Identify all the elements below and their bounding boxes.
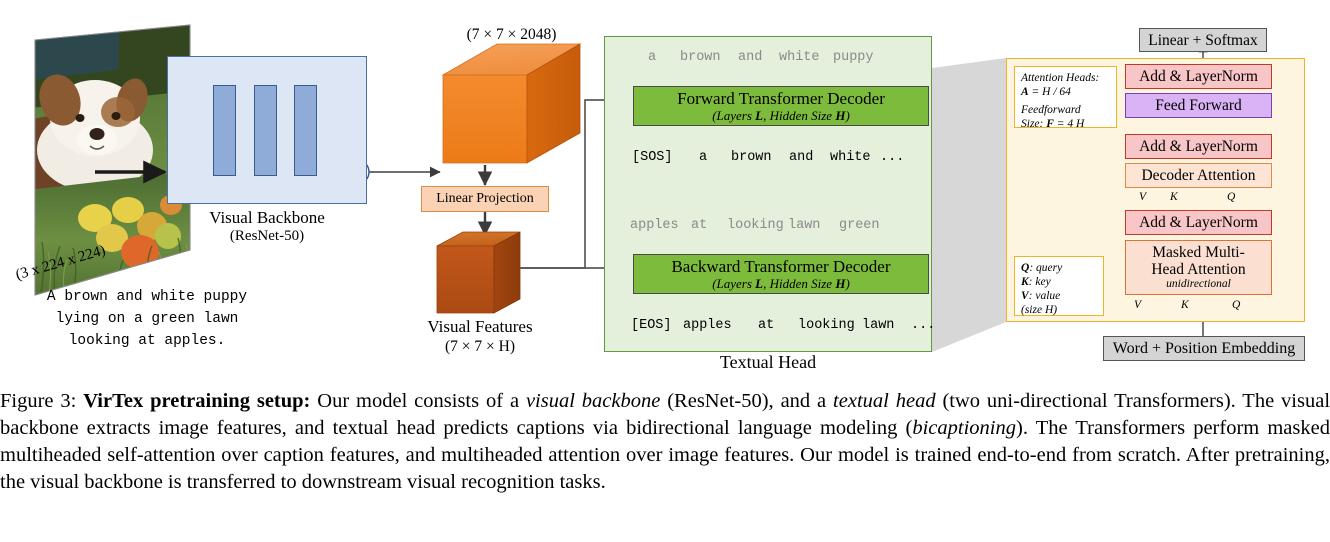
add-layernorm-top[interactable]: Add & LayerNorm [1125, 64, 1272, 89]
feed-forward-label: Feed Forward [1155, 97, 1242, 114]
forward-input-4: white [830, 150, 871, 165]
forward-output-0: a [648, 50, 657, 65]
masked-attn-k-label: K [1181, 299, 1189, 311]
linear-softmax-box[interactable]: Linear + Softmax [1139, 28, 1267, 52]
visual-features-cube [436, 231, 521, 314]
qkv-line-4: (size H) [1021, 304, 1058, 316]
figure-diagram: (3 x 224 x 224) A brown and white puppy … [0, 0, 1330, 380]
decoder-attention-label: Decoder Attention [1141, 167, 1256, 184]
add-layernorm-mid-label: Add & LayerNorm [1139, 138, 1258, 155]
visual-backbone-title: Visual Backbone [209, 208, 325, 227]
forward-decoder-title: Forward Transformer Decoder [677, 88, 885, 108]
note-heads-line-3: Feedforward [1021, 104, 1081, 116]
backward-transformer-decoder[interactable]: Backward Transformer Decoder (Layers L, … [633, 254, 929, 294]
feature-cube-2048 [441, 43, 582, 164]
caption-em-2: textual head [833, 390, 936, 412]
add-layernorm-bottom-label: Add & LayerNorm [1139, 214, 1258, 231]
backward-input-2: at [758, 318, 775, 333]
caption-body-2: (ResNet-50), and a [660, 390, 834, 412]
input-caption-line-3: looking at apples. [68, 333, 226, 349]
input-caption-line-2: lying on a green lawn [55, 311, 239, 327]
note-heads-line-4: Size: F = 4 H [1021, 118, 1085, 130]
backward-decoder-title: Backward Transformer Decoder [671, 256, 891, 276]
attention-heads-note: Attention Heads: A = H / 64 Feedforward … [1014, 66, 1117, 130]
forward-decoder-subtitle: (Layers L, Hidden Size H) [712, 107, 850, 123]
forward-input-0: [SOS] [632, 150, 673, 165]
forward-output-2: and [738, 50, 763, 65]
figure-title: VirTex pretraining setup: [83, 390, 311, 412]
feature-cube-dims: (7 × 7 × 2048) [466, 26, 557, 43]
visual-features-title: Visual Features [427, 317, 533, 336]
textual-head-title: Textual Head [719, 352, 817, 372]
qkv-line-2: K: key [1021, 276, 1051, 288]
visual-features-dims: (7 × 7 × H) [445, 338, 515, 355]
forward-input-2: brown [731, 150, 772, 165]
forward-output-3: white [779, 50, 820, 65]
caption-em-3: bicaptioning [912, 417, 1016, 439]
textual-head-box [604, 36, 932, 352]
backward-input-4: lawn [862, 318, 895, 333]
caption-em-1: visual backbone [525, 390, 661, 412]
masked-attention-line-2: Head Attention [1151, 261, 1246, 278]
qkv-legend-note: Q: query K: key V: value (size H) [1014, 256, 1104, 316]
forward-output-1: brown [680, 50, 721, 65]
add-layernorm-top-label: Add & LayerNorm [1139, 68, 1258, 85]
qkv-line-1: Q: query [1021, 262, 1063, 274]
decoder-attention-box[interactable]: Decoder Attention [1125, 163, 1272, 188]
add-layernorm-bottom[interactable]: Add & LayerNorm [1125, 210, 1272, 235]
backward-input-3: looking [798, 318, 855, 333]
masked-multi-head-attention-box[interactable]: Masked Multi- Head Attention unidirectio… [1125, 240, 1272, 295]
backward-input-5: ... [911, 318, 936, 333]
backward-input-1: apples [683, 318, 732, 333]
forward-input-3: and [789, 150, 814, 165]
caption-body-1: Our model consists of a [310, 390, 526, 412]
backward-input-0: [EOS] [631, 318, 672, 333]
backbone-block-3 [294, 85, 317, 176]
backward-output-0: apples [630, 218, 679, 233]
backward-decoder-subtitle: (Layers L, Hidden Size H) [712, 275, 850, 291]
decoder-attn-k-label: K [1170, 191, 1178, 203]
masked-attn-q-label: Q [1232, 299, 1241, 311]
backward-output-3: lawn [788, 218, 821, 233]
input-caption-block: A brown and white puppy lying on a green… [22, 286, 272, 352]
feed-forward-box[interactable]: Feed Forward [1125, 93, 1272, 118]
linear-projection-box[interactable]: Linear Projection [421, 186, 549, 212]
backbone-block-2 [254, 85, 277, 176]
note-heads-line-1: Attention Heads: [1021, 72, 1100, 84]
decoder-attn-v-label: V [1139, 191, 1147, 203]
word-position-embedding-label: Word + Position Embedding [1112, 340, 1296, 357]
backbone-block-1 [213, 85, 236, 176]
decoder-attn-q-label: Q [1227, 191, 1236, 203]
input-caption-line-1: A brown and white puppy [46, 289, 248, 305]
forward-transformer-decoder[interactable]: Forward Transformer Decoder (Layers L, H… [633, 86, 929, 126]
qkv-line-3: V: value [1021, 290, 1061, 302]
masked-attn-v-label: V [1134, 299, 1142, 311]
forward-output-4: puppy [833, 50, 874, 65]
word-position-embedding-box[interactable]: Word + Position Embedding [1103, 336, 1305, 361]
masked-attention-subtitle: unidirectional [1166, 278, 1231, 290]
masked-attention-line-1: Masked Multi- [1152, 244, 1245, 261]
visual-backbone-subtitle: (ResNet-50) [229, 228, 305, 244]
linear-projection-label: Linear Projection [436, 191, 534, 206]
zoom-connector-trapezoid [932, 58, 1006, 352]
forward-input-5: ... [880, 150, 905, 165]
note-heads-line-2: A = H / 64 [1021, 86, 1071, 98]
backward-output-4: green [839, 218, 880, 233]
figure-caption: Figure 3: VirTex pretraining setup: Our … [0, 388, 1330, 496]
backward-output-1: at [691, 218, 708, 233]
linear-softmax-label: Linear + Softmax [1148, 31, 1258, 49]
forward-input-1: a [699, 150, 708, 165]
figure-number: Figure 3: [0, 390, 77, 412]
add-layernorm-mid[interactable]: Add & LayerNorm [1125, 134, 1272, 159]
backward-output-2: looking [727, 218, 784, 233]
